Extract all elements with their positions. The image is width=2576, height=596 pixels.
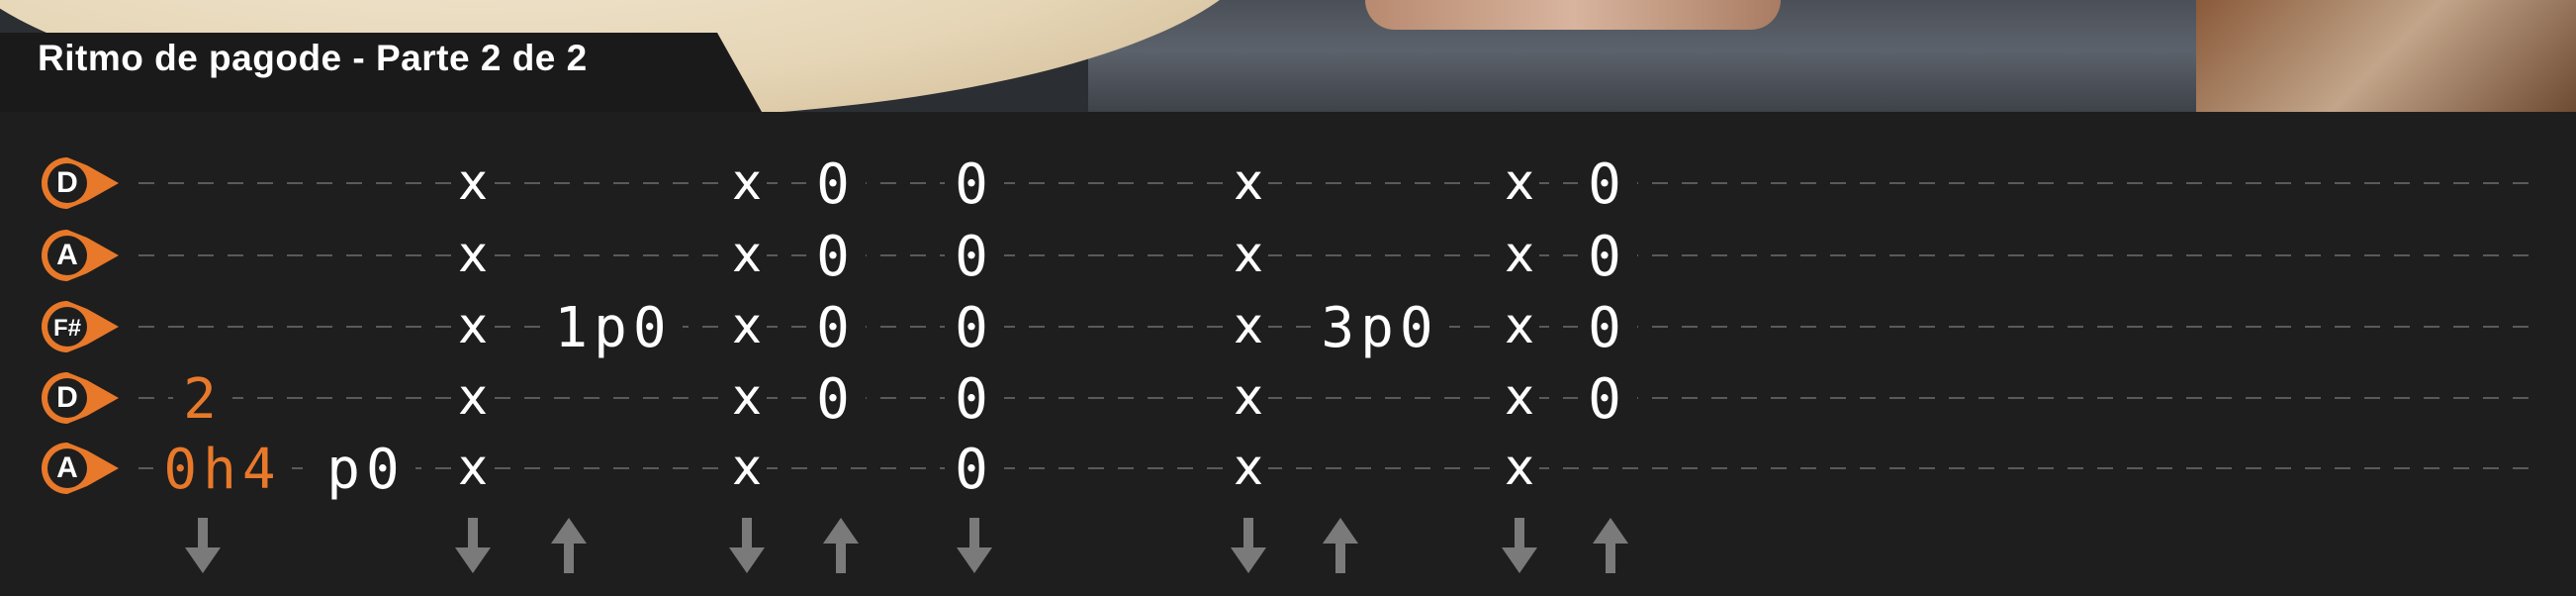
fret-note: 0 [955, 152, 994, 217]
string-name-label: A [56, 239, 78, 271]
video-shirt [1365, 0, 1781, 30]
string-name-label: D [56, 166, 78, 199]
string-name-label: F# [53, 315, 81, 342]
muted-note: x [732, 153, 762, 211]
muted-note: x [1234, 368, 1263, 426]
fret-note: 0 [1588, 152, 1627, 217]
fret-note: 0 [816, 225, 856, 289]
tablature-panel: Dx x 0 0 x x 0 Ax x 0 0 x x 0 F# x 1p0 x 0 0 x 3p0 x 0 D 2 x x 0 0 x x 0… [0, 112, 2576, 596]
fret-note: 0 [955, 296, 994, 360]
string-badge-icon: D [42, 157, 119, 209]
string-name-label: A [56, 451, 78, 484]
muted-note: x [1505, 153, 1534, 211]
fret-note: 0 [955, 225, 994, 289]
muted-note: x [458, 297, 488, 354]
fret-note: 3p0 [1321, 296, 1438, 360]
muted-note: x [732, 226, 762, 283]
arrow-down-icon [729, 518, 765, 573]
video-shirt-right [2196, 0, 2576, 112]
arrow-down-icon [185, 518, 221, 573]
arrow-up-icon [551, 518, 587, 573]
fret-note: 0 [816, 296, 856, 360]
muted-note: x [458, 153, 488, 211]
fret-note: 0 [816, 367, 856, 432]
arrow-down-icon [1502, 518, 1537, 573]
arrow-up-icon [1323, 518, 1358, 573]
fret-note: 0 [1588, 225, 1627, 289]
fret-note: 0 [1588, 296, 1627, 360]
muted-note: x [732, 297, 762, 354]
muted-note: x [1234, 226, 1263, 283]
arrow-down-icon [957, 518, 992, 573]
fret-note: p0 [326, 438, 405, 502]
muted-note: x [732, 439, 762, 496]
arrow-down-icon [455, 518, 491, 573]
arrow-up-icon [1593, 518, 1628, 573]
fret-note: 0h4 [163, 438, 281, 502]
muted-note: x [458, 439, 488, 496]
muted-note: x [1234, 297, 1263, 354]
fret-note: 0 [955, 367, 994, 432]
muted-note: x [1505, 368, 1534, 426]
fret-note: 0 [955, 438, 994, 502]
arrow-up-icon [823, 518, 859, 573]
muted-note: x [458, 368, 488, 426]
string-badge-icon: D [42, 372, 119, 424]
muted-note: x [1234, 439, 1263, 496]
muted-note: x [1234, 153, 1263, 211]
muted-note: x [732, 368, 762, 426]
tablature-svg: Dx x 0 0 x x 0A x x 0 0 x x 0F# x 1p0 x 0 0 x 3p0 x 0D 2 x x 0 0 x x 0… [42, 152, 2532, 573]
lesson-title: Ritmo de pagode - Parte 2 de 2 [38, 38, 588, 78]
muted-note: x [1505, 439, 1534, 496]
muted-note: x [1505, 226, 1534, 283]
arrow-down-icon [1231, 518, 1266, 573]
string-name-label: D [56, 381, 78, 414]
string-badge-icon: F# [42, 301, 119, 352]
muted-note: x [458, 226, 488, 283]
string-badge-icon: A [42, 230, 119, 281]
fret-note: 0 [816, 152, 856, 217]
fret-note: 0 [1588, 367, 1627, 432]
fret-note: 2 [183, 367, 223, 432]
fret-note: 1p0 [554, 296, 672, 360]
muted-note: x [1505, 297, 1534, 354]
string-badge-icon: A [42, 443, 119, 494]
